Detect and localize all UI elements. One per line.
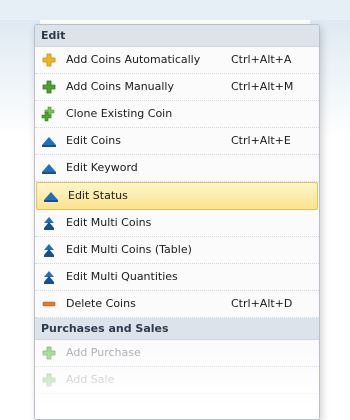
menu-item-shortcut: Ctrl+Alt+M: [231, 80, 294, 93]
menu-item-label: Edit Keyword: [66, 161, 138, 174]
menu-item-label: Add Coins Manually: [66, 80, 174, 93]
window-background-band: [0, 0, 350, 20]
menu-item-label: Edit Multi Coins (Table): [66, 243, 192, 256]
menu-item-label: Edit Multi Quantities: [66, 270, 178, 283]
menu-item-shortcut: Ctrl+Alt+E: [231, 134, 291, 147]
menu-item-label: Add Sale: [66, 373, 115, 386]
menu-item-add-coins-manually[interactable]: Add Coins Manually Ctrl+Alt+M: [35, 74, 319, 101]
menu-item-edit-status[interactable]: Edit Status: [36, 182, 318, 210]
plus-yellow-icon: [41, 52, 57, 68]
menu-item-label: Edit Multi Coins: [66, 216, 152, 229]
section-header-edit: Edit: [35, 25, 319, 47]
menu-item-add-coins-automatically[interactable]: Add Coins Automatically Ctrl+Alt+A: [35, 47, 319, 74]
context-menu: Edit Add Coins Automatically Ctrl+Alt+A …: [34, 24, 320, 420]
menu-item-shortcut: Ctrl+Alt+A: [231, 53, 292, 66]
menu-item-edit-keyword[interactable]: Edit Keyword: [35, 155, 319, 182]
minus-orange-icon: [41, 296, 57, 312]
menu-item-add-purchase: Add Purchase: [35, 340, 319, 367]
menu-item-clone-existing-coin[interactable]: Clone Existing Coin: [35, 101, 319, 128]
menu-item-add-sale: Add Sale: [35, 367, 319, 394]
menu-item-label: Edit Coins: [66, 134, 121, 147]
menu-item-label: Add Purchase: [66, 346, 141, 359]
plus-green-icon: [41, 345, 57, 361]
multi-edit-icon: [41, 269, 57, 285]
multi-edit-icon: [41, 215, 57, 231]
plus-green-icon: [41, 372, 57, 388]
menu-item-edit-multi-coins-table[interactable]: Edit Multi Coins (Table): [35, 237, 319, 264]
menu-item-label: Delete Coins: [66, 297, 136, 310]
menu-item-shortcut: Ctrl+Alt+D: [231, 297, 293, 310]
menu-item-delete-coins[interactable]: Delete Coins Ctrl+Alt+D: [35, 291, 319, 318]
menu-item-label: Edit Status: [68, 189, 128, 202]
menu-item-label: Clone Existing Coin: [66, 107, 173, 120]
menu-item-edit-multi-quantities[interactable]: Edit Multi Quantities: [35, 264, 319, 291]
multi-edit-icon: [41, 242, 57, 258]
section-header-purchases-and-sales: Purchases and Sales: [35, 318, 319, 340]
edit-triangle-icon: [43, 188, 59, 204]
menu-item-label: Add Coins Automatically: [66, 53, 201, 66]
edit-triangle-icon: [41, 160, 57, 176]
edit-triangle-icon: [41, 133, 57, 149]
menu-item-edit-multi-coins[interactable]: Edit Multi Coins: [35, 210, 319, 237]
clone-plus-icon: [41, 106, 57, 122]
menu-item-edit-coins[interactable]: Edit Coins Ctrl+Alt+E: [35, 128, 319, 155]
plus-green-icon: [41, 79, 57, 95]
